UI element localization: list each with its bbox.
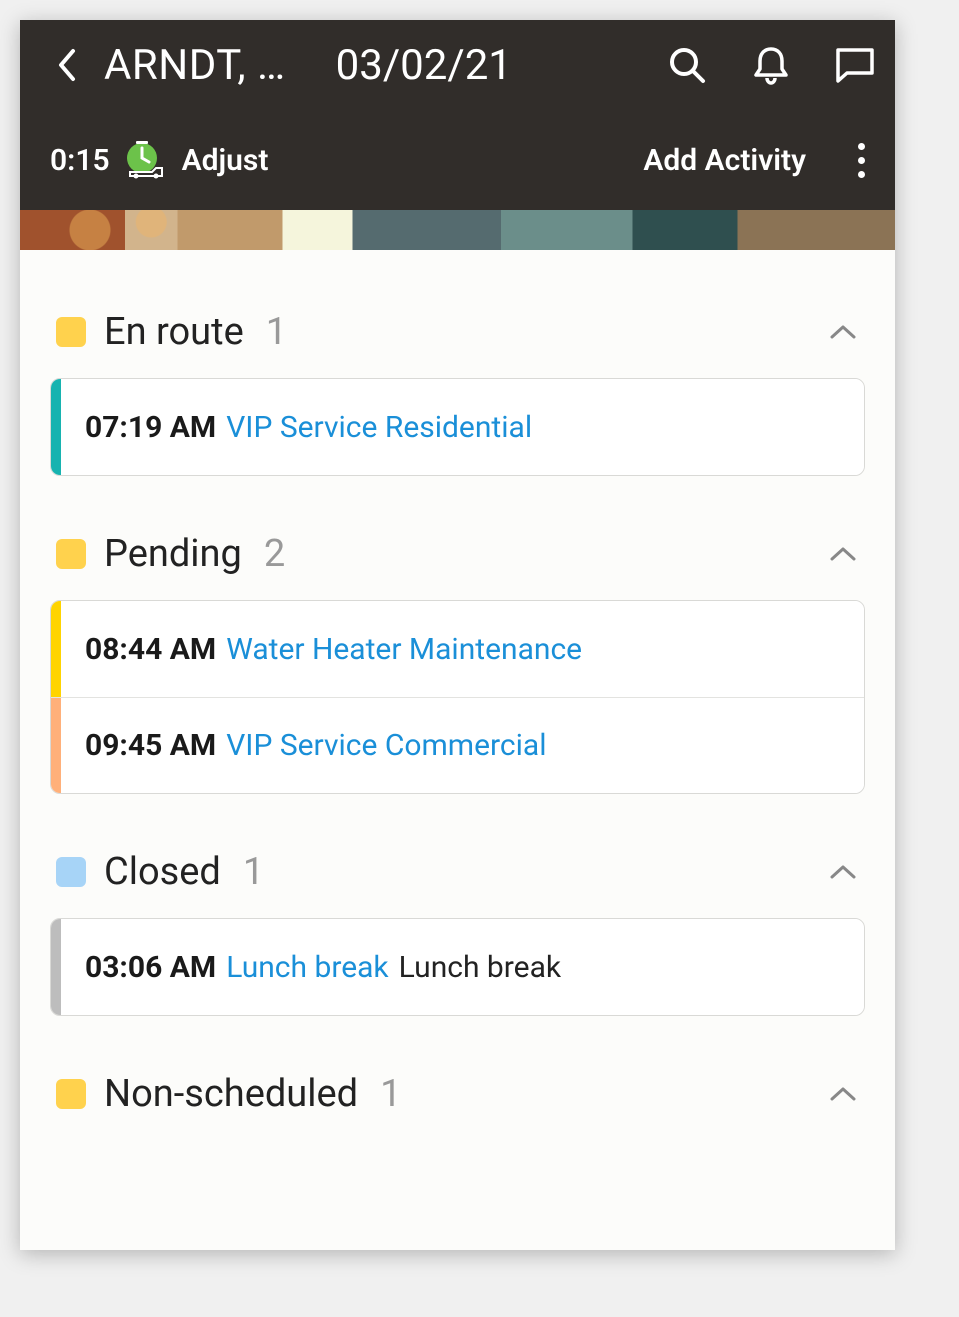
status-stripe <box>51 379 61 475</box>
activity-card[interactable]: 08:44 AM Water Heater Maintenance <box>51 601 864 697</box>
chevron-up-icon <box>829 863 857 881</box>
activity-time: 07:19 AM <box>85 410 216 445</box>
section-closed: Closed 1 03:06 AM Lunch break Lunch brea… <box>50 850 865 1016</box>
app-screen: ARNDT, … 03/02/21 <box>20 20 895 1250</box>
adjust-button[interactable]: Adjust <box>182 143 269 178</box>
activity-card[interactable]: 03:06 AM Lunch break Lunch break <box>51 919 864 1015</box>
activity-time: 03:06 AM <box>85 950 216 985</box>
status-stripe <box>51 919 61 1015</box>
map-preview-strip[interactable] <box>20 210 895 250</box>
section-pending: Pending 2 08:44 AM Water Heater Maintena… <box>50 532 865 794</box>
back-button[interactable] <box>50 48 84 82</box>
activity-time: 09:45 AM <box>85 728 216 763</box>
collapse-toggle[interactable] <box>829 317 859 347</box>
status-stripe <box>51 601 61 697</box>
collapse-toggle[interactable] <box>829 539 859 569</box>
section-en-route: En route 1 07:19 AM VIP Service Resident… <box>50 310 865 476</box>
card-group: 08:44 AM Water Heater Maintenance 09:45 … <box>50 600 865 794</box>
header-bottom-row: 0:15 Adjust Add Activity <box>20 110 895 210</box>
card-body: 08:44 AM Water Heater Maintenance <box>61 632 606 667</box>
header-top-row: ARNDT, … 03/02/21 <box>20 20 895 110</box>
card-body: 07:19 AM VIP Service Residential <box>61 410 556 445</box>
chat-button[interactable] <box>835 45 875 85</box>
card-body: 03:06 AM Lunch break Lunch break <box>61 950 585 985</box>
chevron-left-icon <box>57 48 77 82</box>
section-title: Pending <box>104 532 242 576</box>
search-button[interactable] <box>667 45 707 85</box>
section-count: 2 <box>264 532 285 576</box>
activity-type-link[interactable]: VIP Service Commercial <box>226 728 546 763</box>
dot-icon <box>858 143 865 150</box>
status-stripe <box>51 698 61 793</box>
activity-list: En route 1 07:19 AM VIP Service Resident… <box>20 250 895 1116</box>
activity-time: 08:44 AM <box>85 632 216 667</box>
add-activity-button[interactable]: Add Activity <box>643 143 806 178</box>
activity-card[interactable]: 07:19 AM VIP Service Residential <box>51 379 864 475</box>
app-header: ARNDT, … 03/02/21 <box>20 20 895 210</box>
section-header[interactable]: Non-scheduled 1 <box>50 1072 865 1116</box>
card-group: 07:19 AM VIP Service Residential <box>50 378 865 476</box>
date-label[interactable]: 03/02/21 <box>336 41 647 90</box>
section-title: En route <box>104 310 244 354</box>
section-count: 1 <box>266 310 287 354</box>
chat-icon <box>835 47 875 83</box>
chevron-up-icon <box>829 1085 857 1103</box>
bell-icon <box>753 45 789 85</box>
section-header[interactable]: Closed 1 <box>50 850 865 918</box>
collapse-toggle[interactable] <box>829 857 859 887</box>
section-count: 1 <box>380 1072 401 1116</box>
status-color-icon <box>56 1079 86 1109</box>
dot-icon <box>858 157 865 164</box>
chevron-up-icon <box>829 323 857 341</box>
status-color-icon <box>56 539 86 569</box>
activity-extra-text: Lunch break <box>399 950 561 985</box>
header-actions <box>667 45 875 85</box>
activity-type-link[interactable]: VIP Service Residential <box>226 410 532 445</box>
dot-icon <box>858 171 865 178</box>
search-icon <box>668 46 706 84</box>
activity-card[interactable]: 09:45 AM VIP Service Commercial <box>51 697 864 793</box>
route-timer-icon <box>122 138 166 182</box>
notifications-button[interactable] <box>751 45 791 85</box>
section-header[interactable]: En route 1 <box>50 310 865 378</box>
section-title: Closed <box>104 850 221 894</box>
collapse-toggle[interactable] <box>829 1079 859 1109</box>
section-non-scheduled: Non-scheduled 1 <box>50 1072 865 1116</box>
section-title: Non-scheduled <box>104 1072 358 1116</box>
section-header[interactable]: Pending 2 <box>50 532 865 600</box>
elapsed-time: 0:15 <box>50 143 110 178</box>
resource-name[interactable]: ARNDT, … <box>104 41 286 90</box>
activity-type-link[interactable]: Water Heater Maintenance <box>226 632 582 667</box>
status-color-icon <box>56 317 86 347</box>
section-count: 1 <box>243 850 264 894</box>
activity-type-link[interactable]: Lunch break <box>226 950 388 985</box>
card-group: 03:06 AM Lunch break Lunch break <box>50 918 865 1016</box>
overflow-menu-button[interactable] <box>848 143 875 178</box>
chevron-up-icon <box>829 545 857 563</box>
card-body: 09:45 AM VIP Service Commercial <box>61 728 571 763</box>
status-color-icon <box>56 857 86 887</box>
